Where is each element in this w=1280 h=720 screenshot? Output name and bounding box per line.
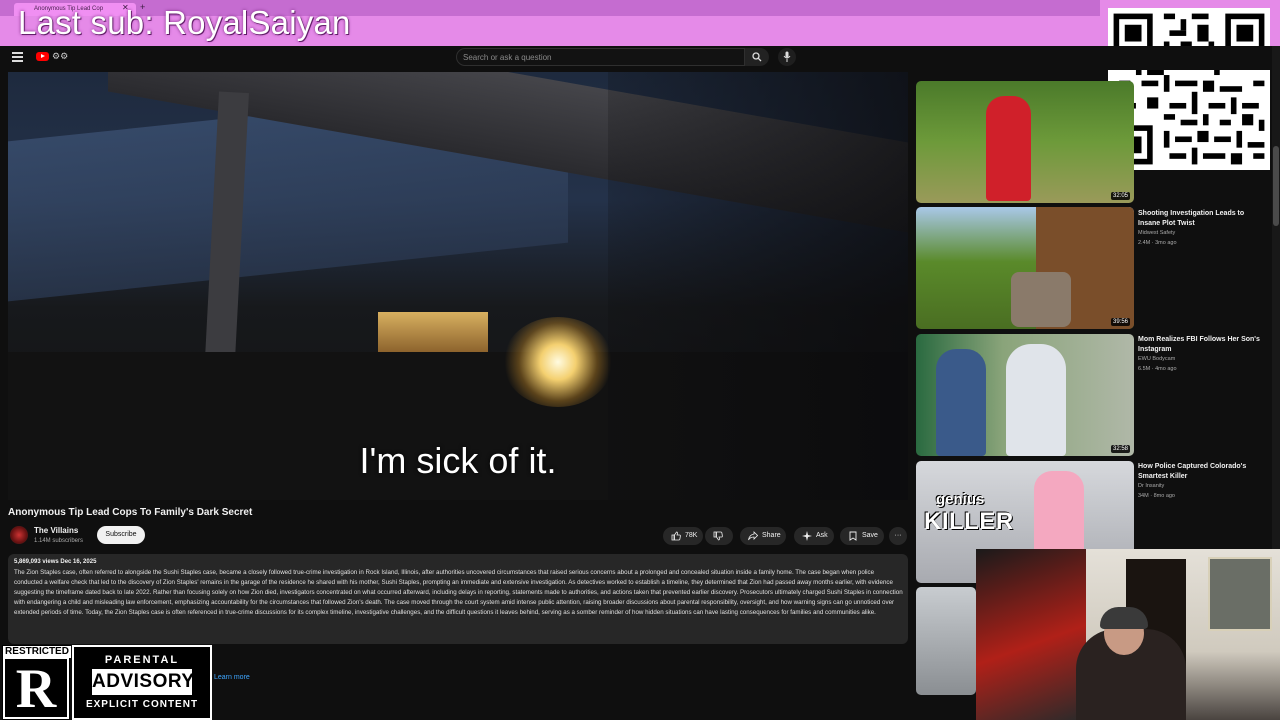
webcam-streamer-cap xyxy=(1100,607,1148,629)
like-count: 78K xyxy=(685,532,698,539)
recommended-video-channel[interactable]: Dr Insanity xyxy=(1138,483,1164,489)
video-duration: 32:58 xyxy=(1110,445,1130,453)
recommended-video-thumbnail[interactable]: 32:05 xyxy=(916,81,1134,203)
recommended-video-channel[interactable]: EWU Bodycam xyxy=(1138,356,1175,362)
channel-avatar[interactable] xyxy=(10,526,28,544)
recommended-video-thumbnail[interactable] xyxy=(916,587,976,695)
like-button[interactable]: 78K xyxy=(663,527,703,545)
recommended-video-thumbnail[interactable]: 39:56 xyxy=(916,207,1134,329)
recommended-video-meta: 34M · 8mo ago xyxy=(1138,493,1175,499)
search-icon xyxy=(752,52,762,62)
thumbs-up-icon xyxy=(671,531,681,541)
search-input[interactable]: Search or ask a question xyxy=(456,48,745,66)
search-button[interactable] xyxy=(745,48,769,66)
share-button[interactable]: Share xyxy=(740,527,786,545)
video-player[interactable] xyxy=(8,72,908,500)
video-frame-shadow xyxy=(608,72,908,500)
channel-name[interactable]: The Villains xyxy=(34,526,78,535)
webcam-wall-flag xyxy=(976,549,1086,720)
views-and-date: 5,869,093 views Dec 16, 2025 xyxy=(14,559,97,565)
sparkle-icon xyxy=(802,531,812,541)
share-label: Share xyxy=(762,532,781,539)
advisory-bottom-text: EXPLICIT CONTENT xyxy=(85,699,199,710)
thumbnail-figure xyxy=(1011,272,1071,327)
advisory-mid-text: ADVISORY xyxy=(92,669,194,695)
learn-more-link[interactable]: Learn more xyxy=(214,674,250,681)
hamburger-menu-icon[interactable] xyxy=(12,52,23,62)
video-caption: I'm sick of it. xyxy=(359,440,557,481)
recommended-video-title[interactable]: Shooting Investigation Leads to Insane P… xyxy=(1138,209,1268,229)
streamer-webcam xyxy=(976,549,1280,720)
restricted-letter: R xyxy=(5,659,67,719)
voice-search-button[interactable] xyxy=(778,48,796,66)
dislike-button[interactable] xyxy=(705,527,733,545)
parental-advisory-badge: PARENTAL ADVISORY EXPLICIT CONTENT xyxy=(72,645,212,720)
share-icon xyxy=(748,531,758,541)
microphone-icon xyxy=(783,51,791,62)
thumbnail-text: genius KILLER xyxy=(924,491,1014,536)
thumbs-down-icon xyxy=(713,531,723,541)
thumbnail-text-big: KILLER xyxy=(924,508,1014,535)
stream-banner: Anonymous Tip Lead Cop ✕ + Last sub: Roy… xyxy=(0,0,1280,46)
recommended-video-thumbnail[interactable]: 32:58 xyxy=(916,334,1134,456)
video-duration: 32:05 xyxy=(1110,192,1130,200)
recommended-video-title[interactable]: Mom Realizes FBI Follows Her Son's Insta… xyxy=(1138,335,1268,355)
youtube-logo[interactable] xyxy=(36,52,49,61)
save-button[interactable]: Save xyxy=(840,527,884,545)
description-text: The Zion Staples case, often referred to… xyxy=(14,569,903,616)
more-actions-button[interactable]: ··· xyxy=(889,527,907,545)
subscribe-button[interactable]: Subscribe xyxy=(97,526,145,544)
video-duration: 39:56 xyxy=(1110,318,1130,326)
restricted-label: RESTRICTED xyxy=(3,646,71,658)
recommended-video-meta: 6.5M · 4mo ago xyxy=(1138,366,1177,372)
ask-button[interactable]: Ask xyxy=(794,527,834,545)
webcam-wall-poster xyxy=(1208,557,1272,631)
video-title: Anonymous Tip Lead Cops To Family's Dark… xyxy=(8,507,253,518)
bookmark-icon xyxy=(849,531,857,541)
video-frame-light xyxy=(503,317,613,407)
recommended-video-channel[interactable]: Midwest Safety xyxy=(1138,230,1175,236)
save-label: Save xyxy=(862,532,878,539)
restricted-rating-badge: RESTRICTED R xyxy=(2,645,71,720)
logo-decoration-icon: ⚙⚙ xyxy=(52,51,69,61)
thumbnail-figure xyxy=(1006,344,1066,456)
thumbnail-figure xyxy=(936,349,986,456)
channel-subscriber-count: 1.14M subscribers xyxy=(34,538,84,544)
thumbnail-text-small: genius xyxy=(936,491,985,508)
last-sub-overlay: Last sub: RoyalSaiyan xyxy=(18,4,351,41)
recommended-video-title[interactable]: How Police Captured Colorado's Smartest … xyxy=(1138,462,1268,482)
ask-label: Ask xyxy=(816,532,828,539)
thumbnail-figure xyxy=(986,96,1031,201)
recommended-video-meta: 2.4M · 3mo ago xyxy=(1138,240,1177,246)
advisory-top-text: PARENTAL xyxy=(104,654,180,666)
